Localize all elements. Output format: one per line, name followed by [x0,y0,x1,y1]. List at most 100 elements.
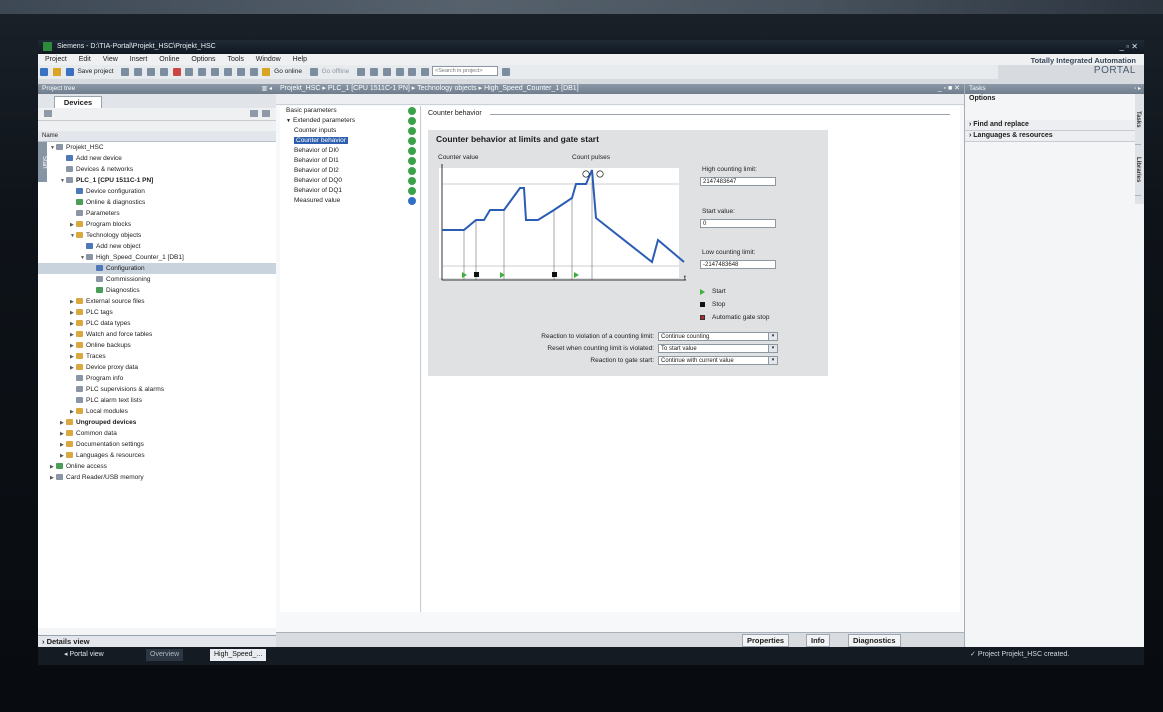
tree-item[interactable]: ▶ Online backups [38,340,276,351]
open-editor-tab[interactable]: High_Speed_... [210,649,267,661]
tree-item[interactable]: Add new object [38,241,276,252]
tree-item[interactable]: ▶ Card Reader/USB memory [38,472,276,483]
menu-insert[interactable]: Insert [130,56,148,63]
tree-item[interactable]: Parameters [38,208,276,219]
tree-item[interactable]: Device configuration [38,186,276,197]
menu-tools[interactable]: Tools [228,56,244,63]
tasks-panel-controls[interactable]: ▫ ▸ [1134,84,1141,94]
menu-window[interactable]: Window [256,56,281,63]
go-online-button[interactable]: Go online [274,68,302,75]
high-limit-field[interactable]: 2147483647 [700,177,776,186]
start-value-field[interactable]: 0 [700,219,776,228]
chevron-down-icon[interactable]: ▾ [768,333,777,340]
tree-item[interactable]: ▼ PLC_1 [CPU 1511C-1 PN] [38,175,276,186]
upload-icon[interactable] [236,68,245,76]
copy-icon[interactable] [147,68,156,76]
window-controls[interactable]: _ ▫ ✕ [1120,40,1138,54]
tree-item[interactable]: Configuration [38,263,276,274]
download-icon[interactable] [223,68,232,76]
tree-item[interactable]: ▶ PLC data types [38,318,276,329]
tree-item[interactable]: ▶ Program blocks [38,219,276,230]
overview-button[interactable]: Overview [146,649,184,661]
nav-item[interactable]: ▼ Extended parameters [280,116,420,126]
menu-edit[interactable]: Edit [79,56,91,63]
tree-item[interactable]: Program info [38,373,276,384]
nav-item[interactable]: Measured value [280,196,420,206]
save-project-button[interactable]: Save project [77,68,113,75]
chevron-down-icon[interactable]: ▾ [768,357,777,364]
tree-item[interactable]: ▶ Common data [38,428,276,439]
print-icon[interactable] [121,68,130,76]
chevron-down-icon[interactable]: ▾ [768,345,777,352]
tree-item[interactable]: ▶ Local modules [38,406,276,417]
binoculars-icon[interactable] [501,68,510,76]
tree-item[interactable]: Online & diagnostics [38,197,276,208]
nav-item[interactable]: Behavior of DI1 [280,156,420,166]
tree-item[interactable]: ▶ Device proxy data [38,362,276,373]
go-online-icon[interactable] [262,68,271,76]
go-offline-icon[interactable] [309,68,318,76]
nav-item[interactable]: Counter inputs [280,126,420,136]
nav-item[interactable]: Behavior of DQ0 [280,176,420,186]
redo-icon[interactable] [198,68,207,76]
stop-cpu-icon[interactable] [382,68,391,76]
tree-item[interactable]: Add new device [38,153,276,164]
accessible-devices-icon[interactable] [357,68,366,76]
tree-item[interactable]: PLC supervisions & alarms [38,384,276,395]
portal-view-button[interactable]: ◂ Portal view [60,649,108,661]
paste-icon[interactable] [159,68,168,76]
tab-tasks-vertical[interactable]: Tasks [1135,94,1141,145]
undo-icon[interactable] [185,68,194,76]
reset-limit-select[interactable]: To start value ▾ [658,344,778,353]
nav-item[interactable]: Behavior of DQ1 [280,186,420,196]
tree-item[interactable]: ▶ PLC tags [38,307,276,318]
tree-item[interactable]: ▼ Technology objects [38,230,276,241]
tree-item[interactable]: Commissioning [38,274,276,285]
details-view-bar[interactable]: › Details view [38,635,276,647]
open-project-icon[interactable] [52,68,61,76]
tree-item[interactable]: ▶ Ungrouped devices [38,417,276,428]
go-offline-button[interactable]: Go offline [322,68,350,75]
breadcrumb-item[interactable]: PLC_1 [CPU 1511C-1 PN] [328,85,410,92]
breadcrumb-item[interactable]: High_Speed_Counter_1 [DB1] [484,85,579,92]
cut-icon[interactable] [134,68,143,76]
new-project-icon[interactable] [40,68,48,76]
tree-item[interactable]: ▶ Online access [38,461,276,472]
nav-item[interactable]: Counter behavior [280,136,420,146]
start-cpu-icon[interactable] [369,68,378,76]
find-replace-section[interactable]: › Find and replace [965,120,1144,131]
tab-libraries-vertical[interactable]: Libraries [1135,145,1141,196]
tab-info[interactable]: Info [806,634,830,647]
menu-view[interactable]: View [103,56,118,63]
delete-icon[interactable] [172,68,181,76]
menu-online[interactable]: Online [159,56,179,63]
tree-item[interactable]: Diagnostics [38,285,276,296]
tab-diagnostics[interactable]: Diagnostics [848,634,901,647]
collapse-panel-icon[interactable]: ▥ ◂ [262,84,272,94]
view-toggle-icon[interactable] [250,110,258,117]
sync-icon[interactable] [262,110,270,117]
editor-window-controls[interactable]: _ ▫ ■ ✕ [938,84,960,94]
tree-item[interactable]: PLC alarm text lists [38,395,276,406]
tab-properties[interactable]: Properties [742,634,790,647]
gate-start-select[interactable]: Continue with current value ▾ [658,356,778,365]
tree-item[interactable]: ▶ Languages & resources [38,450,276,461]
breadcrumb-item[interactable]: Projekt_HSC [280,85,320,92]
tree-item[interactable]: ▶ Watch and force tables [38,329,276,340]
nav-item[interactable]: Behavior of DI0 [280,146,420,156]
new-group-icon[interactable] [44,110,52,117]
nav-item[interactable]: Behavior of DI2 [280,166,420,176]
compile-icon[interactable] [211,68,220,76]
reaction-limit-select[interactable]: Continue counting ▾ [658,332,778,341]
cross-reference-icon[interactable] [395,68,404,76]
tree-item[interactable]: ▼ High_Speed_Counter_1 [DB1] [38,252,276,263]
simulation-icon[interactable] [249,68,258,76]
low-limit-field[interactable]: -2147483648 [700,260,776,269]
project-search-input[interactable]: <Search in project> [432,66,498,77]
split-horizontal-icon[interactable] [408,68,417,76]
tree-item[interactable]: ▶ Documentation settings [38,439,276,450]
menu-project[interactable]: Project [45,56,67,63]
nav-item[interactable]: Basic parameters [280,106,420,116]
tree-item[interactable]: ▶ External source files [38,296,276,307]
menu-help[interactable]: Help [293,56,307,63]
